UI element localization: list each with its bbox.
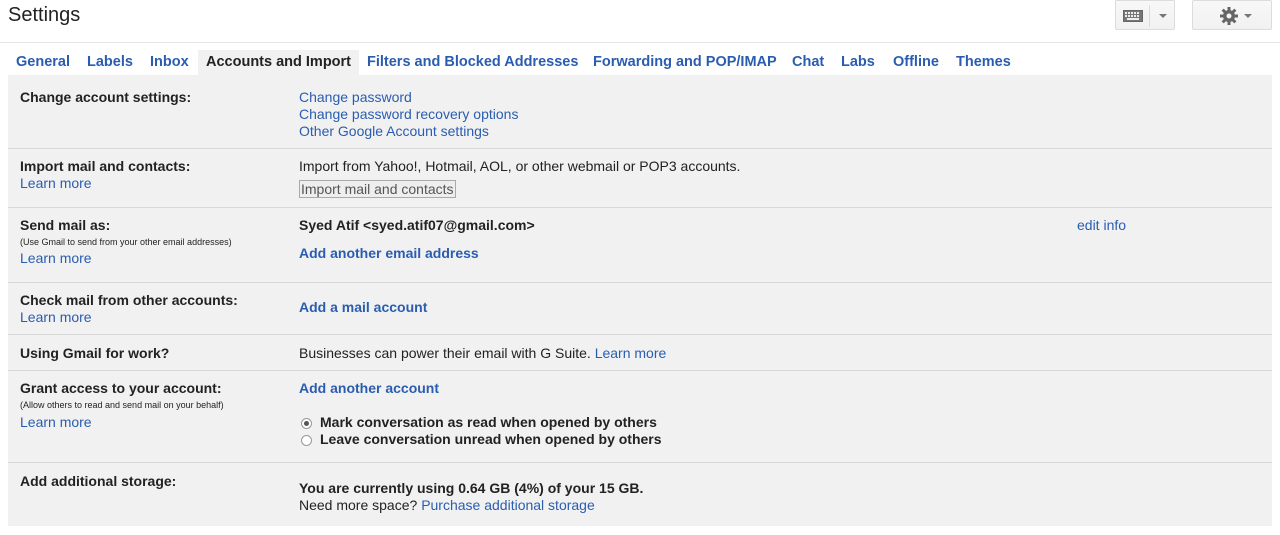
leave-unread-radio[interactable] — [301, 435, 312, 446]
add-mail-account-link[interactable]: Add a mail account — [299, 299, 427, 315]
learn-more-link[interactable]: Learn more — [20, 175, 92, 191]
gmail-for-work-row: Using Gmail for work? Businesses can pow… — [8, 335, 1272, 371]
add-another-account-link[interactable]: Add another account — [299, 380, 439, 396]
learn-more-link[interactable]: Learn more — [595, 345, 667, 361]
mark-read-label[interactable]: Mark conversation as read when opened by… — [320, 414, 657, 430]
settings-panel: Change account settings: Change password… — [8, 75, 1272, 526]
google-account-settings-link[interactable]: Other Google Account settings — [299, 123, 489, 139]
need-space-text: Need more space? — [299, 497, 418, 513]
change-account-row: Change account settings: Change password… — [8, 75, 1272, 149]
tab-inbox[interactable]: Inbox — [142, 50, 197, 75]
learn-more-link[interactable]: Learn more — [20, 309, 92, 325]
storage-row: Add additional storage: You are currentl… — [8, 463, 1272, 526]
settings-gear-button[interactable] — [1192, 0, 1272, 30]
purchase-storage-link[interactable]: Purchase additional storage — [421, 497, 595, 513]
work-description: Businesses can power their email with G … — [299, 345, 666, 361]
row-sublabel: (Allow others to read and send mail on y… — [20, 400, 224, 410]
keyboard-icon — [1123, 10, 1143, 22]
settings-tabs: General Labels Inbox Accounts and Import… — [8, 50, 1272, 75]
row-label: Change account settings: — [20, 89, 192, 105]
learn-more-link[interactable]: Learn more — [20, 414, 92, 430]
row-label: Add additional storage: — [20, 473, 177, 489]
import-description: Import from Yahoo!, Hotmail, AOL, or oth… — [299, 158, 741, 174]
chevron-down-icon[interactable] — [1244, 14, 1252, 18]
row-label: Using Gmail for work? — [20, 345, 170, 361]
row-label: Check mail from other accounts: — [20, 292, 238, 308]
page-title: Settings — [8, 4, 81, 26]
learn-more-link[interactable]: Learn more — [20, 250, 92, 266]
leave-unread-label[interactable]: Leave conversation unread when opened by… — [320, 431, 662, 447]
row-label: Grant access to your account: — [20, 380, 222, 396]
button-divider — [1149, 5, 1150, 27]
send-mail-as-row: Send mail as: (Use Gmail to send from yo… — [8, 208, 1272, 283]
work-text: Businesses can power their email with G … — [299, 345, 591, 361]
send-as-address: Syed Atif <syed.atif07@gmail.com> — [299, 217, 535, 233]
tab-themes[interactable]: Themes — [948, 50, 1019, 75]
tab-labels[interactable]: Labels — [79, 50, 141, 75]
tab-labs[interactable]: Labs — [833, 50, 883, 75]
row-label: Import mail and contacts: — [20, 158, 191, 174]
tab-offline[interactable]: Offline — [885, 50, 947, 75]
storage-more: Need more space? Purchase additional sto… — [299, 497, 595, 513]
grant-access-row: Grant access to your account: (Allow oth… — [8, 371, 1272, 463]
row-sublabel: (Use Gmail to send from your other email… — [20, 237, 232, 247]
storage-usage: You are currently using 0.64 GB (4%) of … — [299, 480, 644, 496]
row-label: Send mail as: — [20, 217, 111, 233]
tab-accounts-and-import[interactable]: Accounts and Import — [198, 50, 360, 75]
change-recovery-link[interactable]: Change password recovery options — [299, 106, 518, 122]
gear-icon — [1220, 7, 1238, 25]
chevron-down-icon[interactable] — [1159, 14, 1167, 18]
tab-general[interactable]: General — [8, 50, 78, 75]
tab-filters[interactable]: Filters and Blocked Addresses — [359, 50, 586, 75]
add-email-address-link[interactable]: Add another email address — [299, 245, 479, 261]
settings-header: Settings — [0, 0, 1280, 43]
mark-read-radio[interactable] — [301, 418, 312, 429]
import-row: Import mail and contacts: Learn more Imp… — [8, 149, 1272, 208]
change-password-link[interactable]: Change password — [299, 89, 412, 105]
check-mail-row: Check mail from other accounts: Learn mo… — [8, 283, 1272, 335]
import-mail-button[interactable]: Import mail and contacts — [299, 180, 456, 198]
tab-forwarding[interactable]: Forwarding and POP/IMAP — [585, 50, 785, 75]
tab-chat[interactable]: Chat — [784, 50, 832, 75]
edit-info-link[interactable]: edit info — [1077, 217, 1126, 233]
input-tools-button[interactable] — [1115, 0, 1175, 30]
